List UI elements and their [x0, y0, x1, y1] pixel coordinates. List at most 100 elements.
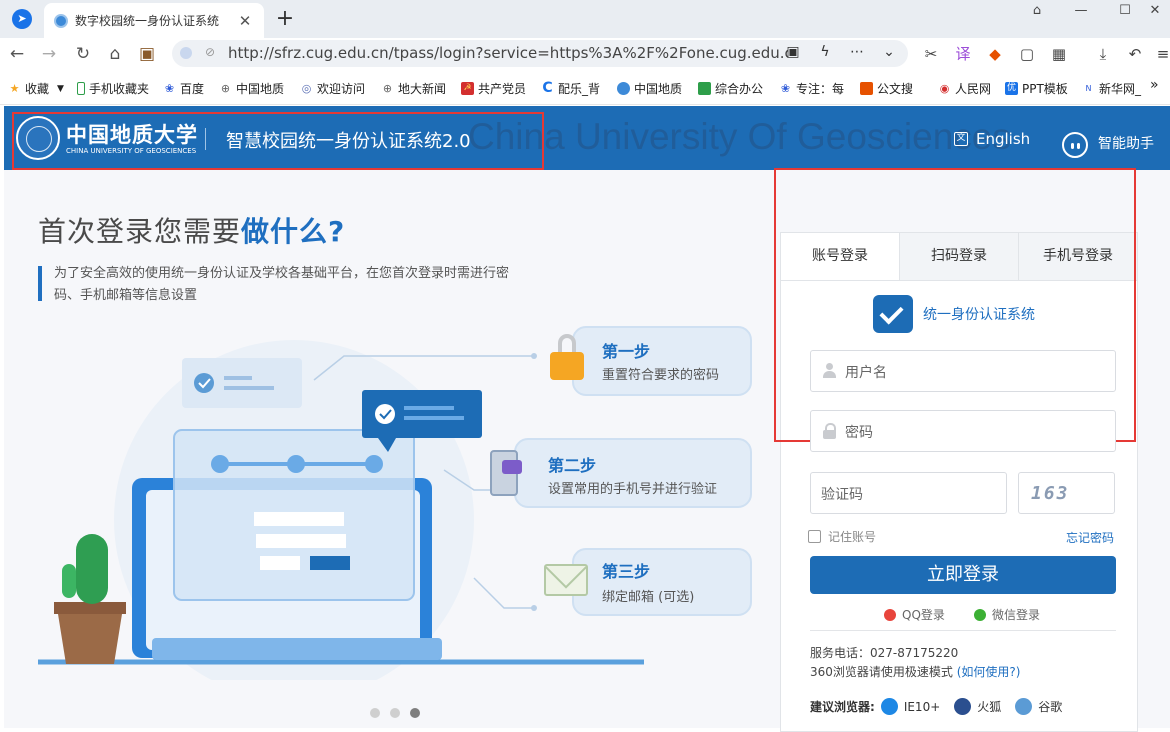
step-desc: 设置常用的手机号并进行验证: [548, 482, 718, 497]
bookmark-item[interactable]: 优 PPT模板: [1005, 80, 1068, 97]
intro-title: 首次登录您需要做什么?: [38, 210, 345, 250]
password-input[interactable]: 密码: [810, 410, 1116, 452]
password-placeholder: 密码: [845, 425, 873, 441]
bookmark-item[interactable]: C 配乐_背: [541, 80, 600, 97]
header-highlight-box: [12, 112, 544, 170]
carousel-dot-active[interactable]: [410, 708, 420, 718]
forward-icon[interactable]: →: [38, 43, 60, 65]
tab-title: 数字校园统一身份认证系统: [75, 14, 220, 28]
minimize-button[interactable]: —: [1066, 0, 1096, 24]
divider: [810, 630, 1116, 631]
reload-icon[interactable]: ↻: [72, 43, 94, 65]
address-bar[interactable]: ⊘ http://sfrz.cug.edu.cn/tpass/login?ser…: [172, 40, 908, 67]
more-icon[interactable]: ⋯: [848, 44, 866, 60]
not-secure-icon[interactable]: ⊘: [205, 45, 215, 59]
language-switch[interactable]: 文 English: [954, 130, 1030, 148]
bookmark-item[interactable]: 中国地质: [617, 80, 682, 97]
tab-close-icon[interactable]: ✕: [236, 12, 254, 30]
step-card-3: 第三步 绑定邮箱 (可选): [572, 548, 752, 616]
bookmark-item[interactable]: ★ 收藏 ▼: [8, 80, 64, 97]
bookmark-item[interactable]: 综合办公: [698, 80, 763, 97]
step-title: 第二步: [548, 456, 597, 475]
bookmark-item[interactable]: ◉ 人民网: [938, 80, 991, 97]
shirt-skin-icon[interactable]: ⌂: [1022, 0, 1052, 24]
wechat-login-label: 微信登录: [992, 608, 1041, 622]
more-bookmarks-icon[interactable]: »: [1150, 77, 1159, 93]
how-to-use-link[interactable]: (如何使用?): [957, 665, 1021, 679]
browser-firefox[interactable]: 火狐: [954, 698, 1001, 715]
screenshot-icon[interactable]: ▣: [784, 44, 802, 60]
extension-icon[interactable]: ▢: [1016, 43, 1038, 65]
party-icon: ☭: [461, 82, 474, 95]
c-icon: C: [542, 80, 553, 96]
browser-logo-icon[interactable]: ➤: [12, 9, 32, 29]
browser-tip: 360浏览器请使用极速模式 (如何使用?): [810, 663, 1020, 680]
firefox-icon: [954, 698, 972, 715]
step-desc: 重置符合要求的密码: [602, 368, 720, 383]
home-icon[interactable]: ⌂: [104, 43, 126, 65]
bookmark-item[interactable]: ⊕ 中国地质: [219, 80, 284, 97]
captcha-input[interactable]: 验证码: [810, 472, 1007, 514]
language-label: English: [976, 130, 1031, 148]
step-card-1: 第一步 重置符合要求的密码: [572, 326, 752, 396]
maximize-button[interactable]: ☐: [1110, 0, 1140, 24]
download-icon[interactable]: ⤓: [1092, 43, 1114, 65]
new-tab-button[interactable]: +: [274, 6, 296, 31]
bookmarks-bar: ★ 收藏 ▼ 手机收藏夹 ❀ 百度 ⊕ 中国地质 ◎ 欢迎访问 ⊕ 地大新闻 ☭ 共产党员 C…: [0, 70, 1170, 105]
seal-icon: ◎: [301, 82, 312, 95]
briefcase-icon[interactable]: ▣: [136, 43, 158, 65]
menu-icon[interactable]: ≡: [1152, 43, 1170, 65]
username-input[interactable]: 用户名: [810, 350, 1116, 392]
url-text[interactable]: http://sfrz.cug.edu.cn/tpass/login?servi…: [228, 44, 788, 62]
bookmark-item[interactable]: ⊕ 地大新闻: [381, 80, 446, 97]
bookmark-item[interactable]: ◎ 欢迎访问: [300, 80, 365, 97]
browser-tab-bar: ➤ 数字校园统一身份认证系统 ✕ + ⌂ — ☐ ✕: [0, 0, 1170, 38]
phone-icon: [77, 82, 85, 95]
username-placeholder: 用户名: [845, 365, 887, 381]
undo-icon[interactable]: ↶: [1124, 43, 1146, 65]
captcha-image[interactable]: 163: [1018, 472, 1115, 514]
translate-icon[interactable]: 译: [952, 43, 974, 65]
ie-icon: [880, 698, 898, 715]
carousel-dots: [370, 708, 420, 718]
forgot-password-link[interactable]: 忘记密码: [1066, 529, 1114, 546]
people-icon: ◉: [939, 82, 950, 95]
lock-icon: [550, 334, 584, 382]
back-icon[interactable]: ←: [6, 43, 28, 65]
intro-title-prefix: 首次登录您需要: [38, 215, 242, 248]
browser-tab-active[interactable]: 数字校园统一身份认证系统 ✕: [44, 3, 264, 38]
carousel-dot[interactable]: [390, 708, 400, 718]
header-watermark: China University Of Geosciences: [468, 116, 1011, 157]
chrome-icon: [1015, 698, 1033, 715]
bookmark-item[interactable]: ❀ 专注：每: [779, 80, 844, 97]
captcha-placeholder: 验证码: [821, 487, 863, 503]
browser-ie[interactable]: IE10+: [880, 698, 940, 715]
lock-icon: [823, 423, 836, 439]
step-title: 第一步: [602, 342, 651, 361]
site-shield-icon[interactable]: [180, 47, 192, 59]
login-button[interactable]: 立即登录: [810, 556, 1116, 594]
assistant-robot-icon: [1062, 132, 1088, 158]
browser-chrome[interactable]: 谷歌: [1015, 698, 1062, 715]
phone-chat-icon: [490, 450, 522, 496]
remember-checkbox[interactable]: [808, 530, 821, 543]
apps-grid-icon[interactable]: ▦: [1048, 43, 1070, 65]
close-window-button[interactable]: ✕: [1140, 0, 1170, 24]
ppt-icon: 优: [1005, 82, 1018, 95]
bookmark-item[interactable]: 手机收藏夹: [77, 80, 149, 97]
form-highlight-box: [774, 168, 1136, 442]
qq-login-link[interactable]: QQ登录: [884, 606, 945, 623]
chevron-down-icon[interactable]: ⌄: [880, 44, 898, 60]
globe-icon: ⊕: [382, 82, 393, 95]
wechat-login-link[interactable]: 微信登录: [974, 606, 1040, 623]
game-icon[interactable]: ◆: [984, 43, 1006, 65]
remember-account[interactable]: 记住账号: [808, 528, 876, 545]
lightning-icon[interactable]: ϟ: [816, 44, 834, 60]
carousel-dot[interactable]: [370, 708, 380, 718]
bookmark-item[interactable]: N 新华网_: [1082, 80, 1142, 97]
bookmark-item[interactable]: 公文搜: [860, 80, 913, 97]
scissors-icon[interactable]: ✂: [920, 43, 942, 65]
bookmark-item[interactable]: ☭ 共产党员: [461, 80, 526, 97]
assistant-button[interactable]: 智能助手: [1062, 130, 1154, 158]
bookmark-item[interactable]: ❀ 百度: [163, 80, 204, 97]
